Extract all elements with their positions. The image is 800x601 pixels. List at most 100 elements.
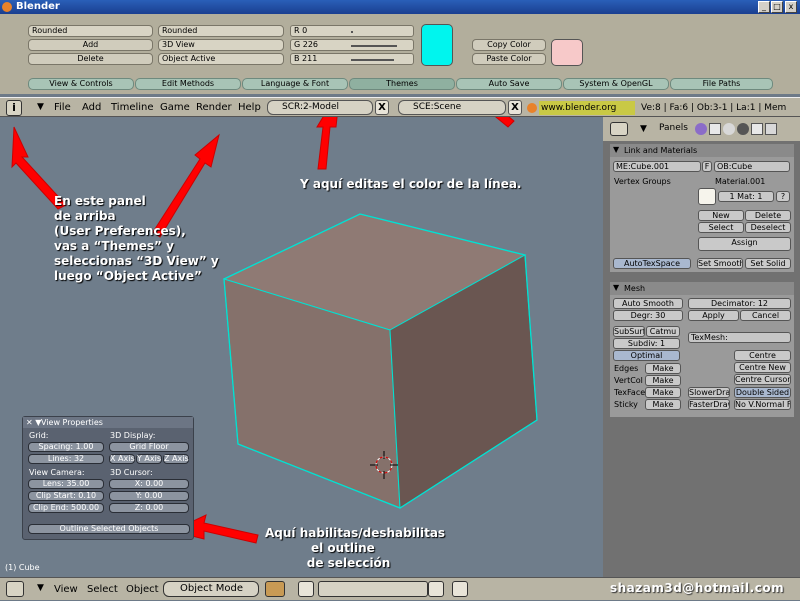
y-axis-toggle[interactable]: Y Axis bbox=[136, 454, 162, 464]
draw-type-icon[interactable] bbox=[265, 581, 285, 597]
material-assign-button[interactable]: Assign bbox=[698, 237, 791, 251]
render-icon[interactable] bbox=[452, 581, 468, 597]
set-solid-button[interactable]: Set Solid bbox=[745, 258, 791, 269]
3d-view-dropdown[interactable]: 3D View bbox=[158, 39, 284, 51]
grid-floor-toggle[interactable]: Grid Floor bbox=[109, 442, 189, 452]
editing-icon[interactable] bbox=[751, 123, 763, 135]
centre-new-button[interactable]: Centre New bbox=[734, 362, 791, 373]
menu-timeline[interactable]: Timeline bbox=[111, 98, 154, 118]
tab-language-font[interactable]: Language & Font bbox=[242, 78, 348, 90]
clip-end-field[interactable]: Clip End: 500.00 bbox=[28, 503, 104, 513]
degree-field[interactable]: Degr: 30 bbox=[613, 310, 683, 321]
mesh-title[interactable]: Mesh bbox=[610, 282, 794, 295]
sticky-make-button[interactable]: Make bbox=[645, 399, 681, 410]
grid-spacing-field[interactable]: Spacing: 1.00 bbox=[28, 442, 104, 452]
add-button[interactable]: Add bbox=[28, 39, 153, 51]
maximize-button[interactable]: □ bbox=[771, 1, 783, 13]
decimator-field[interactable]: Decimator: 12 bbox=[688, 298, 791, 309]
tab-system-opengl[interactable]: System & OpenGL bbox=[563, 78, 669, 90]
double-sided-toggle[interactable]: Double Sided bbox=[734, 387, 791, 398]
menu-render[interactable]: Render bbox=[196, 98, 232, 118]
menu-help[interactable]: Help bbox=[238, 98, 261, 118]
material-index-field[interactable]: 1 Mat: 1 bbox=[718, 191, 774, 202]
material-select-button[interactable]: Select bbox=[698, 222, 744, 233]
tab-view-controls[interactable]: View & Controls bbox=[28, 78, 134, 90]
info-window-icon[interactable]: i bbox=[6, 100, 22, 116]
panel-collapse-icon[interactable]: ▼ bbox=[613, 145, 619, 154]
material-help-button[interactable]: ? bbox=[776, 191, 790, 202]
mode-selector[interactable]: Object Mode bbox=[163, 581, 259, 597]
grid-lines-field[interactable]: Lines: 32 bbox=[28, 454, 104, 464]
object-active-dropdown[interactable]: Object Active bbox=[158, 53, 284, 65]
screen-selector[interactable]: SCR:2-Model bbox=[267, 100, 373, 115]
scene-delete-button[interactable]: X bbox=[508, 100, 522, 115]
subsurf-toggle[interactable]: SubSurf bbox=[613, 326, 645, 337]
menu-file[interactable]: File bbox=[54, 98, 71, 118]
tab-edit-methods[interactable]: Edit Methods bbox=[135, 78, 241, 90]
menu-game[interactable]: Game bbox=[160, 98, 190, 118]
faster-draw-button[interactable]: FasterDraw bbox=[688, 399, 730, 410]
set-smooth-button[interactable]: Set Smooth bbox=[697, 258, 743, 269]
subdiv-field[interactable]: Subdiv: 1 bbox=[613, 338, 680, 349]
menu-view[interactable]: View bbox=[54, 578, 78, 601]
script-icon[interactable] bbox=[709, 123, 721, 135]
lens-field[interactable]: Lens: 35.00 bbox=[28, 479, 104, 489]
b-slider[interactable]: B 211 bbox=[290, 53, 414, 65]
rounded-dropdown-left[interactable]: Rounded bbox=[28, 25, 153, 37]
cursor-z-field[interactable]: Z: 0.00 bbox=[109, 503, 189, 513]
shading-icon[interactable] bbox=[723, 123, 735, 135]
fake-user-button[interactable]: F bbox=[702, 161, 712, 172]
collapse-triangle-icon[interactable]: ▼ bbox=[37, 102, 44, 112]
cursor-x-field[interactable]: X: 0.00 bbox=[109, 479, 189, 489]
tab-auto-save[interactable]: Auto Save bbox=[456, 78, 562, 90]
window-type-icon[interactable] bbox=[6, 581, 24, 597]
subsurf-type-dropdown[interactable]: Catmu bbox=[646, 326, 680, 337]
delete-button[interactable]: Delete bbox=[28, 53, 153, 65]
lock-icon[interactable] bbox=[428, 581, 444, 597]
material-deselect-button[interactable]: Deselect bbox=[745, 222, 791, 233]
panel-collapse-icon[interactable]: ▼ bbox=[613, 283, 619, 292]
scene-selector[interactable]: SCE:Scene bbox=[398, 100, 506, 115]
r-slider[interactable]: R 0 bbox=[290, 25, 414, 37]
optimal-toggle[interactable]: Optimal bbox=[613, 350, 680, 361]
logic-icon[interactable] bbox=[695, 123, 707, 135]
panel-close-icon[interactable]: ✕ ▼ bbox=[26, 418, 41, 427]
rounded-dropdown[interactable]: Rounded bbox=[158, 25, 284, 37]
tab-file-paths[interactable]: File Paths bbox=[670, 78, 773, 90]
minimize-button[interactable]: _ bbox=[758, 1, 770, 13]
scene-icon[interactable] bbox=[765, 123, 777, 135]
g-slider[interactable]: G 226 bbox=[290, 39, 414, 51]
menu-object[interactable]: Object bbox=[126, 578, 159, 601]
no-v-normal-flip-toggle[interactable]: No V.Normal Flip bbox=[734, 399, 791, 410]
paste-color-button[interactable]: Paste Color bbox=[472, 53, 546, 65]
texface-make-button[interactable]: Make bbox=[645, 387, 681, 398]
clip-start-field[interactable]: Clip Start: 0.10 bbox=[28, 491, 104, 501]
menu-select[interactable]: Select bbox=[87, 578, 118, 601]
pivot-icon[interactable] bbox=[298, 581, 314, 597]
window-type-icon[interactable] bbox=[610, 122, 628, 136]
object-icon[interactable] bbox=[737, 123, 749, 135]
x-axis-toggle[interactable]: X Axis bbox=[109, 454, 135, 464]
menu-add[interactable]: Add bbox=[82, 98, 101, 118]
collapse-triangle-icon[interactable]: ▼ bbox=[37, 583, 44, 593]
edges-make-button[interactable]: Make bbox=[645, 363, 681, 374]
screen-delete-button[interactable]: X bbox=[375, 100, 389, 115]
secondary-color-swatch[interactable] bbox=[551, 39, 583, 66]
centre-button[interactable]: Centre bbox=[734, 350, 791, 361]
tab-themes[interactable]: Themes bbox=[349, 78, 455, 90]
decimator-apply-button[interactable]: Apply bbox=[688, 310, 739, 321]
vertcol-make-button[interactable]: Make bbox=[645, 375, 681, 386]
3d-viewport[interactable]: En este panel de arriba (User Preference… bbox=[0, 117, 603, 577]
material-delete-button[interactable]: Delete bbox=[745, 210, 791, 221]
cursor-y-field[interactable]: Y: 0.00 bbox=[109, 491, 189, 501]
collapse-triangle-icon[interactable]: ▼ bbox=[640, 124, 647, 134]
link-materials-title[interactable]: Link and Materials bbox=[610, 144, 794, 157]
line-color-swatch[interactable] bbox=[421, 24, 453, 66]
auto-tex-space-toggle[interactable]: AutoTexSpace bbox=[613, 258, 691, 269]
close-button[interactable]: x bbox=[785, 1, 797, 13]
centre-cursor-button[interactable]: Centre Cursor bbox=[734, 374, 791, 385]
material-new-button[interactable]: New bbox=[698, 210, 744, 221]
object-name-field[interactable]: OB:Cube bbox=[714, 161, 790, 172]
copy-color-button[interactable]: Copy Color bbox=[472, 39, 546, 51]
mesh-name-field[interactable]: ME:Cube.001 bbox=[613, 161, 701, 172]
